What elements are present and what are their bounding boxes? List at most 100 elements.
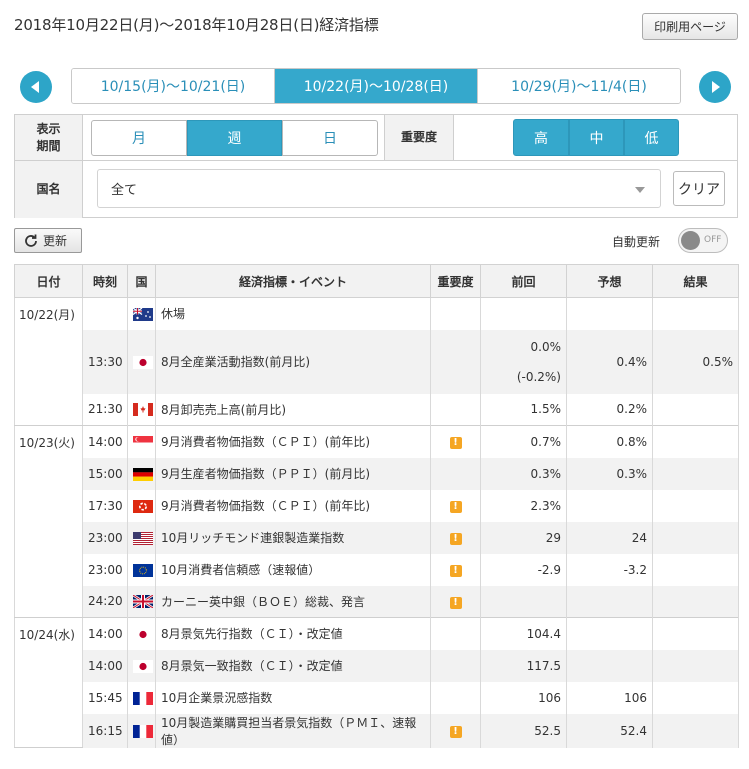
table-header-row: 日付 時刻 国 経済指標・イベント 重要度 前回 予想 結果 — [14, 264, 739, 298]
forecast-cell: 0.4% — [566, 329, 653, 394]
table-row: 15:45 10月企業景況感指数 106 106 — [15, 681, 739, 714]
event-name-cell[interactable]: 8月景気一致指数（ＣＩ）・改定値 — [155, 649, 431, 682]
week-tabs: 10/15(月)～10/21(日) 10/22(月)～10/28(日) 10/2… — [71, 68, 681, 104]
previous-cell: 29 — [480, 521, 567, 554]
event-name-cell[interactable]: 10月消費者信頼感（速報値） — [155, 553, 431, 586]
country-select-value: 全て — [111, 183, 138, 198]
table-row: 21:30 8月卸売売上高(前月比) 1.5% 0.2% — [15, 393, 739, 426]
importance-cell: ! — [430, 553, 481, 586]
previous-cell: 2.3% — [480, 489, 567, 522]
event-name-cell[interactable]: 9月消費者物価指数（ＣＰＩ）(前年比) — [155, 425, 431, 458]
country-label: 国名 — [15, 161, 83, 218]
period-month-button[interactable]: 月 — [91, 120, 187, 156]
time-cell: 15:45 — [82, 681, 128, 714]
result-cell — [652, 393, 739, 426]
event-name-cell[interactable]: 休場 — [155, 297, 431, 330]
period-day-button[interactable]: 日 — [282, 120, 378, 156]
result-cell — [652, 489, 739, 522]
event-name-cell[interactable]: 9月生産者物価指数（ＰＰＩ）(前月比) — [155, 457, 431, 490]
col-importance: 重要度 — [430, 264, 481, 298]
flag-jp-icon — [133, 355, 153, 369]
print-page-button[interactable]: 印刷用ページ — [642, 13, 738, 40]
date-cell: 10/24(水) — [14, 617, 83, 748]
result-cell — [652, 521, 739, 554]
flag-de-icon — [133, 467, 153, 481]
event-name-cell[interactable]: 10月リッチモンド連銀製造業指数 — [155, 521, 431, 554]
flag-sg-icon — [133, 435, 153, 449]
previous-cell: 104.4 — [480, 617, 567, 650]
result-cell — [652, 297, 739, 330]
toggle-state-text: OFF — [704, 235, 722, 245]
previous-cell: 0.3% — [480, 457, 567, 490]
flag-cell — [127, 553, 156, 586]
table-row: 15:00 9月生産者物価指数（ＰＰＩ）(前月比) 0.3% 0.3% — [15, 457, 739, 490]
event-name-cell[interactable]: 10月企業景況感指数 — [155, 681, 431, 714]
auto-update-toggle[interactable]: OFF — [678, 228, 728, 253]
event-name-cell[interactable]: 8月景気先行指数（ＣＩ）・改定値 — [155, 617, 431, 650]
importance-high-button[interactable]: 高 — [513, 119, 569, 156]
col-date: 日付 — [14, 264, 83, 298]
flag-us-icon — [133, 531, 153, 545]
tab-prev-week[interactable]: 10/15(月)～10/21(日) — [72, 69, 274, 103]
auto-update-label: 自動更新 — [612, 235, 661, 249]
tab-current-week[interactable]: 10/22(月)～10/28(日) — [274, 69, 477, 103]
refresh-button[interactable]: 更新 — [14, 228, 82, 253]
event-name-cell[interactable]: カーニー英中銀（ＢＯＥ）総裁、発言 — [155, 585, 431, 618]
time-cell: 23:00 — [82, 553, 128, 586]
event-name-cell[interactable]: 10月製造業購買担当者景気指数（ＰＭＩ、速報値） — [155, 713, 431, 748]
previous-cell: -2.9 — [480, 553, 567, 586]
forecast-cell — [566, 649, 653, 682]
result-cell — [652, 585, 739, 618]
result-cell — [652, 681, 739, 714]
event-name-cell[interactable]: 8月全産業活動指数(前月比) — [155, 329, 431, 394]
table-row: 23:00 10月リッチモンド連銀製造業指数! 29 24 — [15, 521, 739, 554]
time-cell: 17:30 — [82, 489, 128, 522]
tab-next-week[interactable]: 10/29(月)～11/4(日) — [477, 69, 680, 103]
result-cell: 0.5% — [652, 329, 739, 394]
importance-cell: ! — [430, 713, 481, 748]
warning-icon: ! — [449, 533, 462, 545]
importance-cell — [430, 329, 481, 394]
table-row: 13:30 8月全産業活動指数(前月比) 0.0% (-0.2%) 0.4% 0.5% — [15, 329, 739, 394]
previous-cell: 52.5 — [480, 713, 567, 748]
importance-cell: ! — [430, 521, 481, 554]
table-row: 17:30 9月消費者物価指数（ＣＰＩ）(前年比)! 2.3% — [15, 489, 739, 522]
flag-cell — [127, 393, 156, 426]
importance-cell — [430, 649, 481, 682]
forecast-cell: 0.8% — [566, 425, 653, 458]
chevron-left-icon — [31, 81, 39, 93]
flag-au-icon — [132, 307, 153, 321]
col-forecast: 予想 — [566, 264, 653, 298]
forecast-cell: -3.2 — [566, 553, 653, 586]
col-result: 結果 — [652, 264, 739, 298]
table-row: 23:00 10月消費者信頼感（速報値）! -2.9 -3.2 — [15, 553, 739, 586]
event-name-cell[interactable]: 9月消費者物価指数（ＣＰＩ）(前年比) — [155, 489, 431, 522]
time-cell: 16:15 — [82, 713, 128, 748]
importance-cell — [430, 681, 481, 714]
previous-cell: 117.5 — [480, 649, 567, 682]
flag-cell — [127, 297, 156, 330]
previous-cell: 0.7% — [480, 425, 567, 458]
prev-week-button[interactable] — [20, 71, 52, 103]
next-week-button[interactable] — [699, 71, 731, 103]
flag-cell — [127, 489, 156, 522]
importance-cell — [430, 297, 481, 330]
period-week-button[interactable]: 週 — [187, 120, 282, 156]
event-name-cell[interactable]: 8月卸売売上高(前月比) — [155, 393, 431, 426]
display-period-label: 表示 期間 — [15, 115, 83, 160]
result-cell — [652, 649, 739, 682]
flag-cell — [127, 425, 156, 458]
flag-cell — [127, 617, 156, 650]
col-event: 経済指標・イベント — [155, 264, 431, 298]
importance-medium-button[interactable]: 中 — [569, 119, 624, 156]
importance-low-button[interactable]: 低 — [624, 119, 679, 156]
table-row: 10/22(月) 休場 — [14, 297, 739, 426]
country-select[interactable]: 全て — [97, 169, 661, 208]
forecast-cell — [566, 617, 653, 650]
importance-cell: ! — [430, 585, 481, 618]
time-cell: 13:30 — [82, 329, 128, 394]
clear-button[interactable]: クリア — [673, 171, 725, 206]
flag-cell — [127, 457, 156, 490]
warning-icon: ! — [449, 596, 462, 609]
previous-cell — [480, 297, 567, 330]
